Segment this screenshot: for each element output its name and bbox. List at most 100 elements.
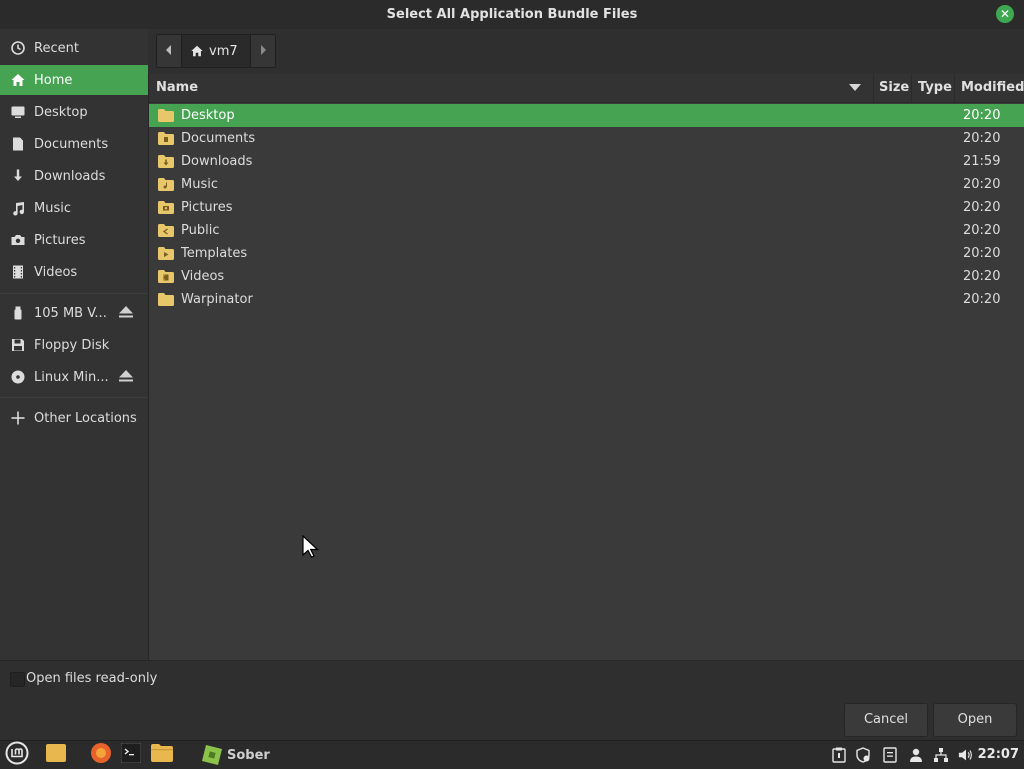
sidebar-item-label: Home xyxy=(34,72,73,88)
clipboard-icon[interactable] xyxy=(831,747,847,763)
sidebar-item-other-locations[interactable]: Other Locations xyxy=(0,403,148,433)
eject-icon[interactable] xyxy=(118,305,134,319)
column-type-header[interactable]: Type xyxy=(918,74,952,102)
menu-button[interactable] xyxy=(5,741,29,769)
file-name: Warpinator xyxy=(181,292,253,307)
file-row-desktop[interactable]: Desktop 20:20 xyxy=(149,104,1024,127)
taskbar-sober-window[interactable]: Sober xyxy=(201,741,271,769)
notes-icon[interactable] xyxy=(882,747,898,763)
sidebar-item-label: Other Locations xyxy=(34,410,137,426)
breadcrumb-home-button[interactable]: vm7 xyxy=(181,35,251,67)
volume-icon[interactable] xyxy=(958,747,974,763)
column-name-header[interactable]: Name xyxy=(156,74,198,102)
folder-icon xyxy=(46,744,66,766)
taskbar-window-label: Sober xyxy=(227,747,270,763)
sidebar-item-pictures[interactable]: Pictures xyxy=(0,225,148,255)
sidebar-item-recent[interactable]: Recent xyxy=(0,33,148,63)
column-divider xyxy=(911,74,912,102)
folder-templates-icon xyxy=(158,247,174,260)
file-modified: 20:20 xyxy=(963,269,1001,284)
sidebar-item-label: Documents xyxy=(34,136,109,152)
file-modified: 20:20 xyxy=(963,246,1001,261)
file-name: Music xyxy=(181,177,218,192)
file-modified: 21:59 xyxy=(963,154,1001,169)
file-row-downloads[interactable]: Downloads 21:59 xyxy=(149,150,1024,173)
folder-videos-icon xyxy=(158,270,174,283)
close-button[interactable]: ✕ xyxy=(996,5,1014,23)
file-name: Pictures xyxy=(181,200,233,215)
sidebar-item-label: Linux Min... xyxy=(34,369,109,385)
open-button[interactable]: Open xyxy=(933,703,1017,737)
sidebar-divider xyxy=(0,397,148,398)
file-modified: 20:20 xyxy=(963,223,1001,238)
file-modified: 20:20 xyxy=(963,108,1001,123)
terminal-icon xyxy=(120,742,142,767)
chevron-left-icon xyxy=(165,44,173,59)
sidebar-item-label: Desktop xyxy=(34,104,88,120)
column-divider xyxy=(954,74,955,102)
sidebar-item-usb-volume[interactable]: 105 MB V... xyxy=(0,298,148,328)
film-icon xyxy=(9,264,27,280)
sidebar-item-videos[interactable]: Videos xyxy=(0,257,148,287)
file-row-pictures[interactable]: Pictures 20:20 xyxy=(149,196,1024,219)
file-row-music[interactable]: Music 20:20 xyxy=(149,173,1024,196)
shield-icon[interactable] xyxy=(855,747,871,763)
disc-icon xyxy=(9,369,27,385)
read-only-label[interactable]: Open files read-only xyxy=(26,671,157,686)
cancel-button[interactable]: Cancel xyxy=(844,703,928,737)
sidebar-item-linux-mint-disc[interactable]: Linux Min... xyxy=(0,362,148,392)
file-row-public[interactable]: Public 20:20 xyxy=(149,219,1024,242)
user-icon[interactable] xyxy=(908,747,924,763)
sidebar-item-label: Downloads xyxy=(34,168,106,184)
sidebar-item-home[interactable]: Home xyxy=(0,65,148,95)
plus-icon xyxy=(9,410,27,426)
eject-icon[interactable] xyxy=(118,369,134,383)
music-icon xyxy=(9,200,27,216)
column-header: Name Size Type Modified xyxy=(149,74,1024,103)
title-bar: Select All Application Bundle Files ✕ xyxy=(0,0,1024,29)
taskbar-files[interactable] xyxy=(151,741,173,769)
camera-icon xyxy=(9,232,27,248)
sidebar-item-documents[interactable]: Documents xyxy=(0,129,148,159)
sort-down-icon[interactable] xyxy=(849,74,861,102)
path-back-button[interactable] xyxy=(157,35,181,67)
file-modified: 20:20 xyxy=(963,177,1001,192)
sidebar-item-label: Videos xyxy=(34,264,78,280)
home-icon xyxy=(9,72,27,88)
read-only-checkbox[interactable] xyxy=(10,672,25,687)
file-row-videos[interactable]: Videos 20:20 xyxy=(149,265,1024,288)
home-icon xyxy=(190,44,204,58)
usb-drive-icon xyxy=(9,305,27,321)
taskbar-terminal[interactable] xyxy=(120,741,142,769)
file-name: Templates xyxy=(181,246,248,261)
sidebar-item-desktop[interactable]: Desktop xyxy=(0,97,148,127)
file-row-warpinator[interactable]: Warpinator 20:20 xyxy=(149,288,1024,311)
dialog-title: Select All Application Bundle Files xyxy=(386,7,638,22)
desktop-icon xyxy=(9,104,27,120)
folder-desktop-icon xyxy=(158,109,174,122)
document-icon xyxy=(9,136,27,152)
dialog-footer: Open files read-only Cancel Open xyxy=(0,660,1024,741)
file-name: Documents xyxy=(181,131,256,146)
download-icon xyxy=(9,168,27,184)
taskbar-show-desktop[interactable] xyxy=(46,741,66,769)
mouse-cursor-icon xyxy=(301,534,321,563)
taskbar-firefox[interactable] xyxy=(90,741,112,769)
path-bar: vm7 xyxy=(148,29,1024,73)
clock[interactable]: 22:07 xyxy=(978,747,1019,762)
file-row-documents[interactable]: Documents 20:20 xyxy=(149,127,1024,150)
path-forward-button[interactable] xyxy=(250,35,275,67)
file-name: Public xyxy=(181,223,220,238)
file-row-templates[interactable]: Templates 20:20 xyxy=(149,242,1024,265)
column-modified-header[interactable]: Modified xyxy=(961,74,1024,102)
column-size-header[interactable]: Size xyxy=(879,74,909,102)
sidebar-item-label: Recent xyxy=(34,40,79,56)
sidebar-item-label: Music xyxy=(34,200,71,216)
sober-app-icon xyxy=(201,744,223,766)
file-list[interactable]: Name Size Type Modified Desktop 20:20 Do… xyxy=(149,74,1024,660)
sidebar-item-music[interactable]: Music xyxy=(0,193,148,223)
breadcrumb-label: vm7 xyxy=(209,43,238,59)
sidebar-item-downloads[interactable]: Downloads xyxy=(0,161,148,191)
network-icon[interactable] xyxy=(933,747,949,763)
sidebar-item-floppy[interactable]: Floppy Disk xyxy=(0,330,148,360)
